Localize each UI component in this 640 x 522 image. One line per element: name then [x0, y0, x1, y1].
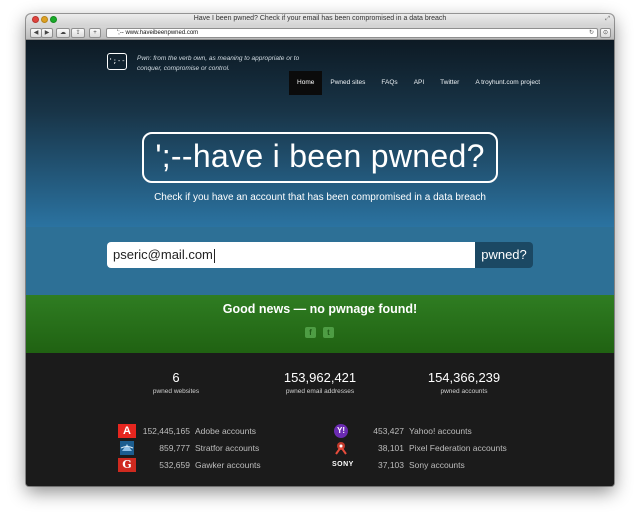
reload-icon[interactable]: ↻ — [589, 29, 594, 37]
nav-pwned-sites[interactable]: Pwned sites — [322, 71, 373, 95]
stat-label: pwned email addresses — [285, 388, 355, 395]
breach-count: 532,659 — [159, 460, 190, 470]
main-nav: Home Pwned sites FAQs API Twitter A troy… — [289, 71, 540, 95]
gawker-icon: G — [118, 458, 136, 472]
breach-row-stratfor[interactable]: 859,777 Stratfor accounts — [118, 441, 278, 455]
page-subtitle: Check if you have an account that has be… — [154, 192, 486, 203]
breach-row-yahoo[interactable]: Y! 453,427 Yahoo! accounts — [332, 424, 532, 438]
breach-count: 37,103 — [378, 460, 404, 470]
yahoo-icon: Y! — [334, 424, 348, 438]
nav-api[interactable]: API — [406, 71, 432, 95]
forward-button[interactable]: ▶ — [41, 28, 53, 38]
breach-name: Yahoo! accounts — [409, 426, 472, 436]
stat-pwned-websites: 6 pwned websites — [106, 370, 246, 399]
result-message: Good news — no pwnage found! — [222, 302, 418, 316]
text-caret — [213, 248, 215, 263]
nav-faqs[interactable]: FAQs — [373, 71, 405, 95]
downloads-button[interactable]: ⊙ — [600, 28, 611, 38]
breach-name: Adobe accounts — [195, 426, 256, 436]
stat-value: 153,962,421 — [283, 370, 357, 385]
add-bookmark-button[interactable]: + — [89, 28, 101, 38]
nav-twitter[interactable]: Twitter — [432, 71, 467, 95]
nav-home[interactable]: Home — [289, 71, 323, 95]
stat-label: pwned websites — [152, 388, 200, 395]
icloud-tabs-button[interactable]: ☁ — [56, 28, 70, 38]
breach-name: Stratfor accounts — [195, 443, 260, 453]
breach-count: 453,427 — [373, 426, 404, 436]
stat-pwned-emails: 153,962,421 pwned email addresses — [250, 370, 390, 399]
breach-row-adobe[interactable]: A 152,445,165 Adobe accounts — [118, 424, 278, 438]
facebook-icon[interactable]: f — [305, 327, 316, 338]
fullscreen-icon[interactable]: ⤢ — [605, 16, 610, 23]
pwned-search-button[interactable]: pwned? — [475, 242, 533, 268]
stat-label: pwned accounts — [440, 388, 488, 395]
breach-name: Pixel Federation accounts — [409, 443, 507, 453]
twitter-icon[interactable]: t — [323, 327, 334, 338]
tagline: Pwn: from the verb own, as meaning to ap… — [137, 55, 300, 72]
email-search-input[interactable]: pseric@mail.com — [107, 242, 475, 268]
breach-count: 152,445,165 — [142, 426, 190, 436]
title-bar: Have I been pwned? Check if your email h… — [26, 14, 614, 26]
window-title: Have I been pwned? Check if your email h… — [193, 15, 447, 22]
result-banner: Good news — no pwnage found! f t — [26, 295, 614, 353]
webpage: ';-- Pwn: from the verb own, as meaning … — [26, 40, 614, 486]
site-banner: ';--have i been pwned? — [142, 132, 498, 183]
breach-row-sony[interactable]: SONY 37,103 Sony accounts — [332, 458, 532, 472]
stat-value: 154,366,239 — [427, 370, 501, 385]
share-button[interactable]: ⇪ — [71, 28, 85, 38]
nav-troyhunt-project[interactable]: A troyhunt.com project — [467, 71, 540, 95]
adobe-icon: A — [118, 424, 136, 438]
breach-name: Sony accounts — [409, 460, 465, 470]
browser-window: Have I been pwned? Check if your email h… — [26, 14, 614, 486]
hero-header: ';-- Pwn: from the verb own, as meaning … — [26, 40, 614, 227]
stat-pwned-accounts: 154,366,239 pwned accounts — [394, 370, 534, 399]
stat-value: 6 — [172, 370, 180, 385]
stats-section: 6 pwned websites 153,962,421 pwned email… — [26, 353, 614, 486]
email-search-value: pseric@mail.com — [113, 247, 213, 262]
address-bar[interactable]: ';-- www.haveibeenpwned.com ↻ — [106, 28, 598, 38]
breach-name: Gawker accounts — [195, 460, 261, 470]
browser-toolbar: ◀ ▶ ☁ ⇪ + ';-- www.haveibeenpwned.com ↻ … — [26, 26, 614, 40]
stratfor-icon — [118, 441, 136, 455]
breach-count: 38,101 — [378, 443, 404, 453]
search-section: pseric@mail.com pwned? — [26, 227, 614, 295]
breach-row-pixel-federation[interactable]: 38,101 Pixel Federation accounts — [332, 441, 532, 455]
sony-icon: SONY — [332, 461, 354, 468]
pixel-federation-icon — [332, 441, 350, 455]
url-text: ';-- www.haveibeenpwned.com — [117, 30, 199, 36]
breach-count: 859,777 — [159, 443, 190, 453]
site-logo[interactable]: ';-- — [107, 53, 127, 70]
breach-row-gawker[interactable]: G 532,659 Gawker accounts — [118, 458, 278, 472]
